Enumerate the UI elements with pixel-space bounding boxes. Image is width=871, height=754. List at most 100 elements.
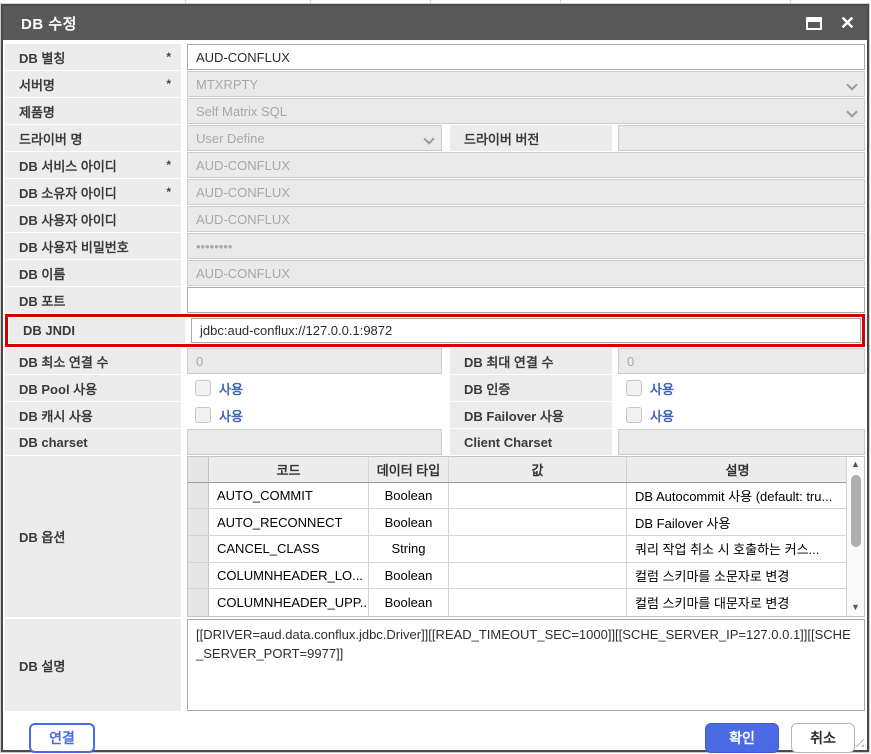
- password-input: ••••••••: [187, 233, 865, 259]
- db-port-input[interactable]: [187, 287, 865, 313]
- maximize-icon[interactable]: [806, 17, 822, 30]
- row-db-port: DB 포트: [5, 287, 865, 313]
- driver-name-label: 드라이버 명: [5, 125, 181, 151]
- cell-type: Boolean: [369, 509, 449, 535]
- table-scrollbar[interactable]: ▲ ▼: [846, 457, 864, 616]
- scroll-down-icon[interactable]: ▼: [851, 600, 860, 616]
- product-name-label: 제품명: [5, 98, 181, 124]
- server-name-label: 서버명*: [5, 71, 181, 97]
- col-header-desc: 설명: [627, 457, 864, 482]
- required-asterisk: *: [166, 158, 171, 172]
- col-header-value: 값: [449, 457, 627, 482]
- row-user-id: DB 사용자 아이디 AUD-CONFLUX: [5, 206, 865, 232]
- row-driver: 드라이버 명 User Define 드라이버 버전: [5, 125, 865, 151]
- chevron-down-icon: [848, 108, 856, 116]
- row-cache-failover: DB 캐시 사용 사용 DB Failover 사용 사용: [5, 402, 865, 428]
- col-header-code: 코드: [209, 457, 369, 482]
- db-jndi-input[interactable]: jdbc:aud-conflux://127.0.0.1:9872: [191, 318, 861, 343]
- server-name-select: MTXRPTY: [187, 71, 865, 97]
- row-owner-id: DB 소유자 아이디* AUD-CONFLUX: [5, 179, 865, 205]
- scroll-up-icon[interactable]: ▲: [851, 457, 860, 473]
- db-cache-check-label: 사용: [219, 406, 243, 425]
- cell-value[interactable]: [449, 536, 627, 562]
- footer: 연결 확인 취소: [3, 713, 867, 753]
- row-service-id: DB 서비스 아이디* AUD-CONFLUX: [5, 152, 865, 178]
- db-name-input: AUD-CONFLUX: [187, 260, 865, 286]
- cell-type: Boolean: [369, 483, 449, 509]
- driver-version-label: 드라이버 버전: [450, 125, 612, 151]
- row-connections: DB 최소 연결 수 0 DB 최대 연결 수 0: [5, 348, 865, 374]
- db-cache-checkbox[interactable]: [195, 407, 211, 423]
- max-conn-label: DB 최대 연결 수: [450, 348, 612, 374]
- cell-value[interactable]: [449, 483, 627, 509]
- user-id-label: DB 사용자 아이디: [5, 206, 181, 232]
- close-icon[interactable]: ✕: [840, 14, 855, 32]
- db-auth-check-label: 사용: [650, 379, 674, 398]
- col-header-type: 데이터 타입: [369, 457, 449, 482]
- cell-desc: DB Autocommit 사용 (default: tru...: [627, 483, 864, 509]
- service-id-label: DB 서비스 아이디*: [5, 152, 181, 178]
- db-pool-checkbox[interactable]: [195, 380, 211, 396]
- owner-id-input: AUD-CONFLUX: [187, 179, 865, 205]
- db-alias-input[interactable]: AUD-CONFLUX: [187, 44, 865, 70]
- chevron-down-icon: [848, 81, 856, 89]
- cell-value[interactable]: [449, 589, 627, 616]
- product-name-select: Self Matrix SQL: [187, 98, 865, 124]
- db-auth-label: DB 인증: [450, 375, 612, 401]
- cell-code: COLUMNHEADER_LO...: [209, 563, 369, 589]
- cell-desc: DB Failover 사용: [627, 509, 864, 535]
- db-jndi-label: DB JNDI: [9, 318, 185, 343]
- table-row[interactable]: COLUMNHEADER_LO... Boolean 컬럼 스키마를 소문자로 …: [188, 563, 864, 590]
- db-description-label: DB 설명: [5, 619, 181, 711]
- driver-version-input: [618, 125, 865, 151]
- db-pool-label: DB Pool 사용: [5, 375, 181, 401]
- db-alias-label: DB 별칭*: [5, 44, 181, 70]
- cell-code: AUTO_COMMIT: [209, 483, 369, 509]
- db-failover-check-label: 사용: [650, 406, 674, 425]
- db-options-band: DB 옵션 코드 데이터 타입 값 설명 AUTO_COMMIT Boolean: [5, 456, 865, 617]
- cell-desc: 쿼리 작업 취소 시 호출하는 커스...: [627, 536, 864, 562]
- db-pool-check-label: 사용: [219, 379, 243, 398]
- dialog-title: DB 수정: [21, 13, 77, 34]
- owner-id-label: DB 소유자 아이디*: [5, 179, 181, 205]
- table-row[interactable]: AUTO_RECONNECT Boolean DB Failover 사용: [188, 509, 864, 536]
- client-charset-input: [618, 429, 865, 455]
- form-area: DB 별칭* AUD-CONFLUX 서버명* MTXRPTY 제품명 Self…: [3, 40, 867, 711]
- cell-value[interactable]: [449, 509, 627, 535]
- connect-button[interactable]: 연결: [29, 723, 95, 753]
- scrollbar-thumb[interactable]: [851, 475, 861, 547]
- table-row[interactable]: COLUMNHEADER_UPP... Boolean 컬럼 스키마를 대문자로…: [188, 589, 864, 616]
- db-description-textarea[interactable]: [[DRIVER=aud.data.conflux.jdbc.Driver]][…: [187, 619, 865, 711]
- db-edit-dialog: DB 수정 ✕ DB 별칭* AUD-CONFLUX 서버명* MTXRPTY …: [1, 4, 869, 752]
- db-description-band: DB 설명 [[DRIVER=aud.data.conflux.jdbc.Dri…: [5, 619, 865, 711]
- cell-value[interactable]: [449, 563, 627, 589]
- cell-type: String: [369, 536, 449, 562]
- user-id-input: AUD-CONFLUX: [187, 206, 865, 232]
- db-failover-checkbox[interactable]: [626, 407, 642, 423]
- cancel-button[interactable]: 취소: [791, 723, 855, 753]
- table-header-row: 코드 데이터 타입 값 설명: [188, 457, 864, 483]
- min-conn-input: 0: [187, 348, 442, 374]
- row-db-jndi: DB JNDI jdbc:aud-conflux://127.0.0.1:987…: [9, 318, 861, 343]
- db-cache-label: DB 캐시 사용: [5, 402, 181, 428]
- db-auth-checkbox[interactable]: [626, 380, 642, 396]
- db-failover-label: DB Failover 사용: [450, 402, 612, 428]
- cell-code: COLUMNHEADER_UPP...: [209, 589, 369, 616]
- row-db-alias: DB 별칭* AUD-CONFLUX: [5, 44, 865, 70]
- table-row[interactable]: AUTO_COMMIT Boolean DB Autocommit 사용 (de…: [188, 483, 864, 510]
- db-options-label: DB 옵션: [5, 456, 181, 617]
- required-asterisk: *: [166, 185, 171, 199]
- jndi-highlight-box: DB JNDI jdbc:aud-conflux://127.0.0.1:987…: [5, 314, 865, 347]
- required-asterisk: *: [166, 50, 171, 64]
- chevron-down-icon: [425, 135, 433, 143]
- screen: DB 수정 ✕ DB 별칭* AUD-CONFLUX 서버명* MTXRPTY …: [0, 0, 871, 754]
- driver-name-select: User Define: [187, 125, 442, 151]
- ok-button[interactable]: 확인: [705, 723, 779, 753]
- table-row[interactable]: CANCEL_CLASS String 쿼리 작업 취소 시 호출하는 커스..…: [188, 536, 864, 563]
- cell-type: Boolean: [369, 589, 449, 616]
- row-header-cell: [188, 457, 209, 482]
- max-conn-input: 0: [618, 348, 865, 374]
- db-options-table: 코드 데이터 타입 값 설명 AUTO_COMMIT Boolean DB Au…: [187, 456, 865, 617]
- row-pool-auth: DB Pool 사용 사용 DB 인증 사용: [5, 375, 865, 401]
- cell-desc: 컬럼 스키마를 소문자로 변경: [627, 563, 864, 589]
